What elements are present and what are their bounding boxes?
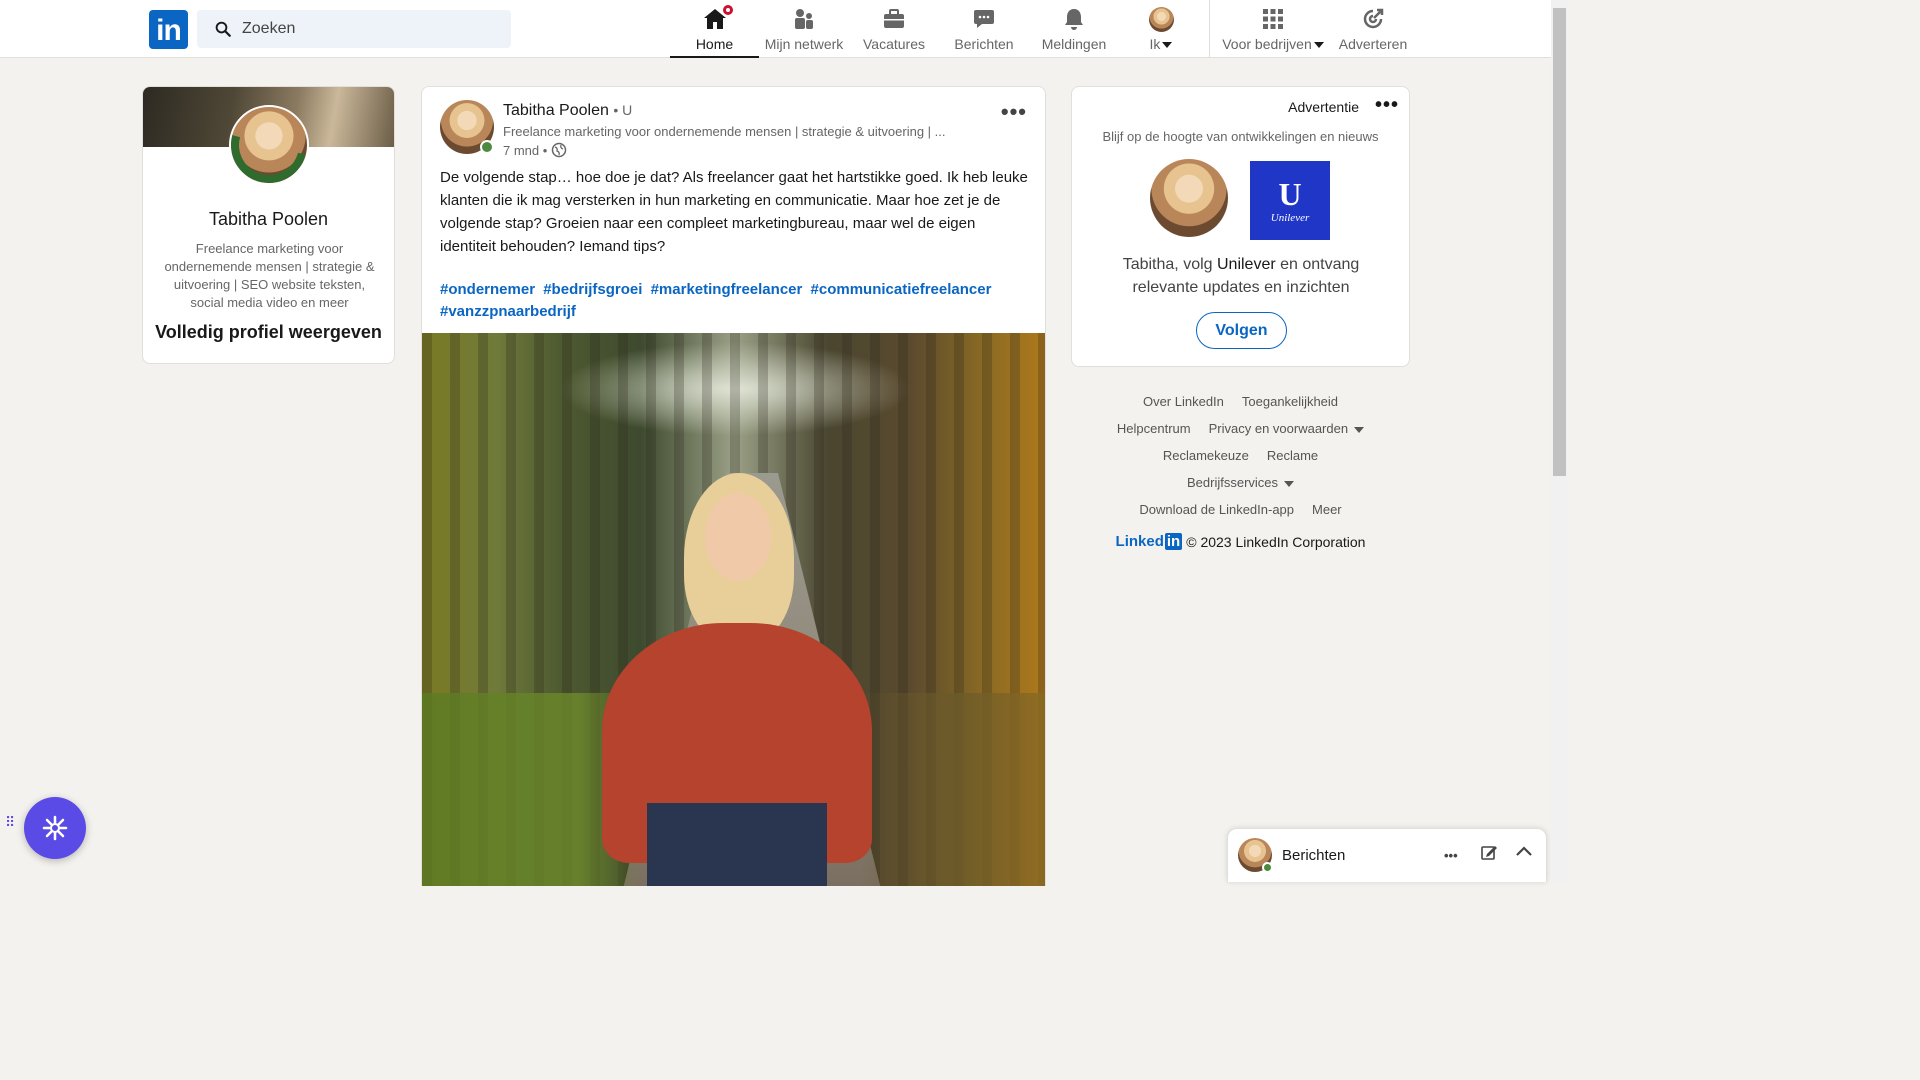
footer-link-accessibility[interactable]: Toegankelijkheid [1242, 394, 1338, 409]
scrollbar-thumb[interactable] [1553, 8, 1566, 476]
chevron-up-icon[interactable] [1515, 843, 1533, 866]
post-image[interactable] [422, 333, 1045, 886]
post-time-label: 7 mnd • [503, 142, 548, 158]
post-author-subtitle: Freelance marketing voor ondernemende me… [503, 124, 946, 139]
nav-network-label: Mijn netwerk [764, 36, 844, 52]
advertise-icon [1360, 6, 1386, 32]
hashtag-link[interactable]: #marketingfreelancer [651, 281, 803, 298]
nav-advertise[interactable]: Adverteren [1336, 0, 1410, 58]
compose-icon[interactable] [1480, 843, 1498, 866]
messaging-icon [971, 6, 997, 32]
bell-icon [1061, 6, 1087, 32]
chevron-down-icon [1284, 480, 1295, 487]
hashtag-link[interactable]: #ondernemer [440, 281, 535, 298]
nav-notifications[interactable]: Meldingen [1031, 0, 1117, 58]
ad-label: Advertentie [1288, 99, 1359, 115]
nav-me[interactable]: Ik [1131, 0, 1191, 58]
nav-network[interactable]: Mijn netwerk [760, 0, 848, 58]
post-more-button[interactable]: ••• [1001, 99, 1027, 125]
globe-icon [552, 142, 567, 158]
view-full-profile-link[interactable]: Volledig profiel weergeven [143, 322, 394, 343]
chevron-down-icon [1313, 42, 1324, 49]
footer-link-advertising[interactable]: Reclame [1267, 448, 1318, 463]
online-status-dot [480, 140, 494, 154]
profile-card: Tabitha Poolen Freelance marketing voor … [142, 86, 395, 364]
nav-jobs-label: Vacatures [863, 36, 925, 52]
nav-notifications-label: Meldingen [1041, 36, 1107, 52]
network-icon [791, 6, 817, 32]
nav-messaging-label: Berichten [954, 36, 1014, 52]
ad-title: Blijf op de hoogte van ontwikkelingen en… [1102, 129, 1379, 144]
drag-handle-icon[interactable]: ⠿ [5, 815, 17, 829]
post-author-name[interactable]: Tabitha Poolen [503, 102, 609, 119]
profile-name[interactable]: Tabitha Poolen [143, 209, 394, 230]
nav-divider [1209, 0, 1210, 58]
home-icon [702, 3, 735, 32]
copyright-text: © 2023 LinkedIn Corporation [1186, 533, 1366, 550]
feed-post: Tabitha Poolen • U Freelance marketing v… [421, 86, 1046, 886]
footer-link-business[interactable]: Bedrijfsservices [1187, 475, 1295, 490]
messaging-bar[interactable]: Berichten ••• [1227, 828, 1547, 882]
search-icon [215, 21, 231, 37]
ad-more-button[interactable]: ••• [1375, 94, 1399, 117]
unilever-logo-text: Unilever [1270, 211, 1310, 224]
post-author[interactable]: Tabitha Poolen • U [503, 102, 632, 120]
top-nav: in Home Mijn netwerk Vacatures Berichten [0, 0, 1551, 58]
unilever-logo[interactable]: U Unilever [1250, 161, 1330, 240]
nav-home-label: Home [695, 36, 734, 52]
footer-link-more[interactable]: Meer [1312, 502, 1342, 517]
post-author-degree: • U [613, 102, 633, 118]
footer-links: Over LinkedIn Toegankelijkheid Helpcentr… [1071, 388, 1410, 550]
nav-for-business[interactable]: Voor bedrijven [1218, 0, 1328, 58]
ad-user-avatar [1150, 159, 1228, 237]
hashtag-link[interactable]: #communicatiefreelancer [811, 281, 992, 298]
notification-badge [720, 3, 735, 17]
me-avatar [1148, 6, 1174, 32]
ad-company: Unilever [1216, 256, 1276, 273]
nav-me-label: Ik [1150, 36, 1173, 52]
linkedin-logo[interactable]: in [149, 10, 188, 49]
profile-avatar[interactable] [229, 105, 309, 185]
image-person-jeans [647, 803, 827, 886]
post-body: De volgende stap… hoe doe je dat? Als fr… [440, 169, 1028, 255]
sparkle-icon [42, 815, 68, 841]
assistant-widget-button[interactable] [24, 797, 86, 859]
post-hashtags: #ondernemer #bedrijfsgroei #marketingfre… [440, 279, 1030, 323]
footer-link-about[interactable]: Over LinkedIn [1143, 394, 1224, 409]
search-input[interactable] [242, 20, 502, 38]
briefcase-icon [881, 6, 907, 32]
hashtag-link[interactable]: #vanzzpnaarbedrijf [440, 303, 576, 320]
chevron-down-icon [1354, 426, 1365, 433]
follow-button[interactable]: Volgen [1196, 312, 1287, 349]
open-to-work-frame [231, 107, 307, 183]
ad-text: Tabitha, volg Unilever en ontvang releva… [1122, 256, 1360, 296]
nav-home[interactable]: Home [670, 0, 759, 58]
post-time: 7 mnd • [503, 142, 567, 158]
hashtag-link[interactable]: #bedrijfsgroei [543, 281, 642, 298]
online-status-dot [1262, 862, 1273, 873]
grid-icon [1260, 6, 1286, 32]
messaging-title[interactable]: Berichten [1282, 847, 1345, 864]
chevron-down-icon [1162, 42, 1173, 49]
ad-card: Advertentie ••• Blijf op de hoogte van o… [1071, 86, 1410, 367]
footer-copyright: Linked in © 2023 LinkedIn Corporation [1071, 533, 1410, 550]
nav-advertise-label: Adverteren [1338, 36, 1408, 52]
nav-messaging[interactable]: Berichten [942, 0, 1026, 58]
profile-headline: Freelance marketing voor ondernemende me… [164, 241, 375, 310]
messaging-more-button[interactable]: ••• [1444, 848, 1458, 863]
footer-link-privacy[interactable]: Privacy en voorwaarden [1209, 421, 1365, 436]
image-person-face [705, 493, 771, 581]
footer-link-app[interactable]: Download de LinkedIn-app [1139, 502, 1294, 517]
unilever-u-icon: U [1278, 175, 1302, 212]
footer-link-adchoices[interactable]: Reclamekeuze [1163, 448, 1249, 463]
nav-for-business-label: Voor bedrijven [1222, 36, 1324, 52]
search-box[interactable] [197, 10, 511, 48]
footer-link-help[interactable]: Helpcentrum [1117, 421, 1191, 436]
nav-jobs[interactable]: Vacatures [852, 0, 936, 58]
linkedin-wordmark: Linked in [1115, 533, 1183, 550]
